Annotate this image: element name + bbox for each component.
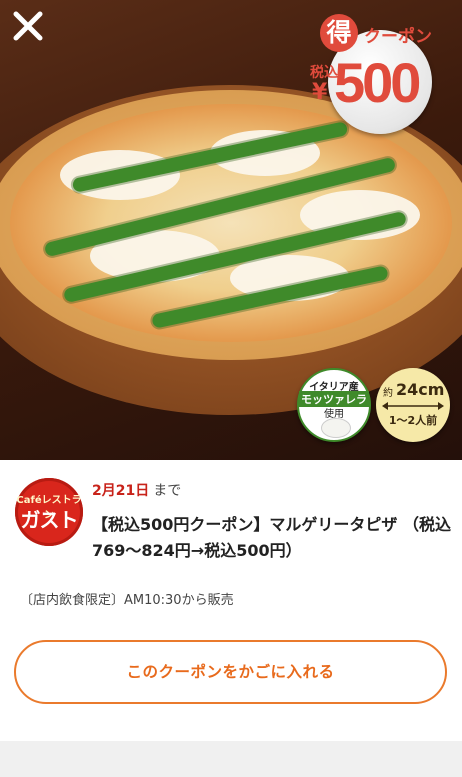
logo-brand-text: ガスト [20, 508, 79, 532]
coupon-price: 500 [334, 51, 421, 114]
size-badge: 約 24cm 1〜2人前 [376, 368, 450, 442]
close-button[interactable] [8, 6, 48, 46]
size-value: 24cm [396, 380, 445, 399]
size-about: 約 [383, 388, 393, 399]
coupon-deadline: 2月21日 まで [92, 480, 181, 500]
add-to-cart-button[interactable]: このクーポンをかごに入れる [14, 640, 447, 704]
double-arrow-icon [382, 402, 444, 410]
close-icon[interactable] [8, 6, 48, 46]
hero-image: 得 クーポン 税込 ¥ 500 イタリア産 モッツァレラ 使用 約 24cm 1… [0, 0, 462, 460]
toku-mark: 得 [320, 14, 358, 52]
coupon-price-badge: 得 クーポン 税込 ¥ 500 [306, 10, 456, 134]
serving-size: 1〜2人前 [388, 414, 438, 427]
sales-note: 〔店内飲食限定〕AM10:30から販売 [20, 593, 234, 608]
yen-sign: ¥ [312, 80, 328, 105]
deadline-date: 2月21日 [92, 483, 150, 499]
deadline-suffix: まで [153, 483, 182, 499]
gusto-logo: Caféレストラン ガスト [15, 478, 83, 546]
mozzarella-badge: イタリア産 モッツァレラ 使用 [297, 368, 371, 442]
coupon-label: クーポン [364, 27, 432, 47]
coupon-title: 【税込500円クーポン】マルゲリータピザ （税込769〜824円→税込500円） [92, 515, 451, 560]
mozzarella-ball-icon [321, 418, 351, 438]
footer-area [0, 741, 462, 777]
